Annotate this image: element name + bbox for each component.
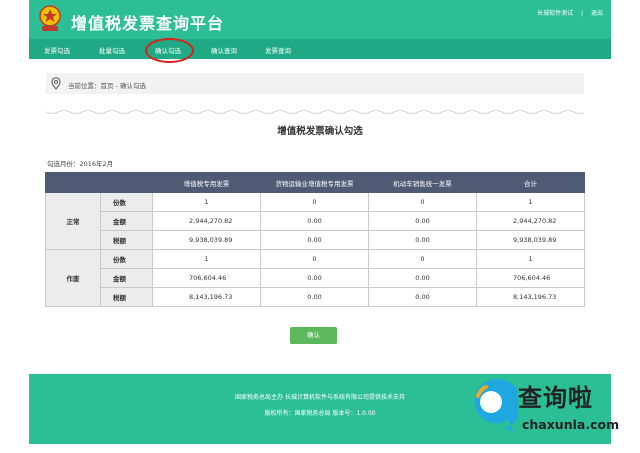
group-label-normal: 正常 [45, 192, 101, 250]
cell-value: 0 [368, 192, 477, 212]
cell-value: 0.00 [368, 211, 477, 231]
table-row: 正常 份数 1 0 0 1 [45, 192, 585, 250]
watermark-brand: 查询啦 [518, 384, 593, 412]
col-header: 增值税专用发票 [152, 172, 261, 193]
col-header: 合计 [476, 172, 585, 193]
page-title: 增值税发票确认勾选 [277, 126, 363, 137]
period-label: 勾选月份：2016年2月 [47, 160, 114, 168]
cell-value: 2,944,270.82 [152, 211, 261, 231]
row-label: 金额 [100, 211, 153, 231]
confirm-button[interactable]: 确认 [290, 327, 337, 344]
cell-value: 0.00 [368, 230, 477, 250]
cell-value: 0 [260, 249, 369, 269]
cell-value: 9,938,039.89 [476, 230, 585, 250]
table-row: 税额 8,143,196.73 0.00 0.00 8,143,196.73 [46, 287, 585, 307]
table-header-row: 增值税专用发票 货物运输业增值税专用发票 机动车销售统一发票 合计 [45, 172, 585, 193]
tax-emblem-logo [39, 5, 61, 31]
cell-value: 0 [368, 249, 477, 269]
cell-value: 0 [260, 192, 369, 212]
logout-link[interactable]: 退出 [591, 10, 603, 17]
nav-item-confirm-query[interactable]: 确认查询 [211, 45, 237, 55]
highlight-circle [145, 38, 194, 63]
cell-value: 1 [152, 192, 261, 212]
summary-table: 增值税专用发票 货物运输业增值税专用发票 机动车销售统一发票 合计 正常 份数 … [45, 172, 585, 307]
page: 增值税发票查询平台 长城软件测试 | 退出 发票勾选 批量勾选 确认勾选 确认查… [0, 0, 640, 453]
app-title: 增值税发票查询平台 [71, 14, 225, 33]
row-label: 份数 [100, 249, 153, 269]
cell-value: 8,143,196.73 [476, 287, 585, 307]
row-label: 金额 [100, 268, 153, 288]
wave-divider [46, 110, 584, 114]
watermark-domain: chaxunla.com [522, 417, 620, 432]
table-row: 金额 706,604.46 0.00 0.00 706,604.46 [46, 268, 585, 288]
user-area: 长城软件测试 | 退出 [531, 8, 603, 17]
table-row: 金额 2,944,270.82 0.00 0.00 2,944,270.82 [46, 211, 585, 231]
header-corner [45, 172, 153, 193]
cell-value: 9,938,039.89 [152, 230, 261, 250]
cell-value: 706,604.46 [476, 268, 585, 288]
row-label: 税额 [100, 287, 153, 307]
top-header: 增值税发票查询平台 长城软件测试 | 退出 [29, 0, 611, 39]
nav-item-invoice-query[interactable]: 发票查询 [265, 45, 291, 55]
location-pin-icon [51, 77, 61, 90]
col-header: 机动车销售统一发票 [368, 172, 477, 193]
cell-value: 8,143,196.73 [152, 287, 261, 307]
cell-value: 2,944,270.82 [476, 211, 585, 231]
table-row: 税额 9,938,039.89 0.00 0.00 9,938,039.89 [46, 230, 585, 250]
cell-value: 0.00 [260, 211, 369, 231]
cell-value: 0.00 [260, 287, 369, 307]
breadcrumb-text: 当前位置：首页 - 确认勾选 [68, 82, 146, 90]
user-name-link[interactable]: 长城软件测试 [537, 10, 573, 17]
cell-value: 0.00 [260, 268, 369, 288]
cell-value: 0.00 [368, 268, 477, 288]
main-nav: 发票勾选 批量勾选 确认勾选 确认查询 发票查询 [29, 39, 611, 59]
separator: | [581, 10, 584, 17]
magnifier-logo-icon [474, 379, 518, 432]
table-row: 作废 份数 1 0 0 1 [45, 249, 585, 307]
cell-value: 0.00 [260, 230, 369, 250]
cell-value: 0.00 [368, 287, 477, 307]
breadcrumb: 当前位置：首页 - 确认勾选 [46, 73, 584, 94]
cell-value: 1 [476, 192, 585, 212]
nav-item-invoice-select[interactable]: 发票勾选 [44, 45, 70, 55]
col-header: 货物运输业增值税专用发票 [260, 172, 369, 193]
cell-value: 706,604.46 [152, 268, 261, 288]
cell-value: 1 [152, 249, 261, 269]
group-label-voided: 作废 [45, 249, 101, 307]
row-label: 税额 [100, 230, 153, 250]
watermark: 查询啦 chaxunla.com [460, 372, 640, 453]
row-label: 份数 [100, 192, 153, 212]
cell-value: 1 [476, 249, 585, 269]
nav-item-batch-select[interactable]: 批量勾选 [99, 45, 125, 55]
